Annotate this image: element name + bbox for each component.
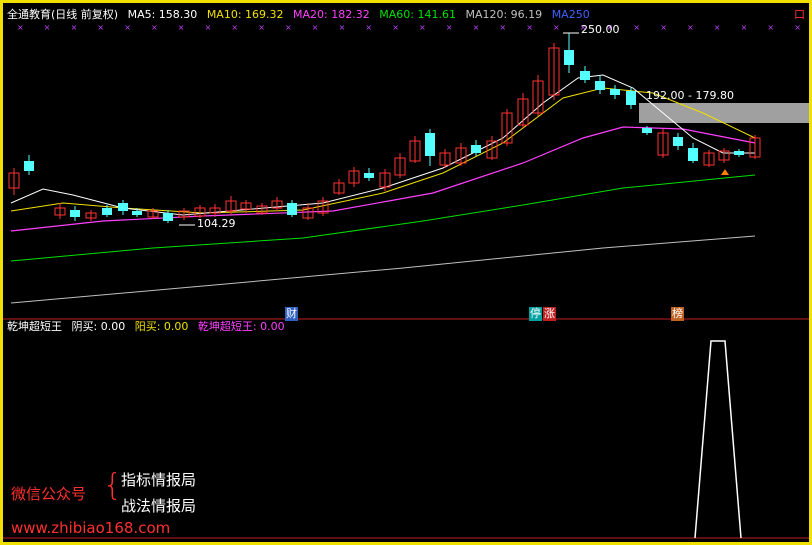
signal-arrow xyxy=(721,169,729,175)
indicator-header: 乾坤超短王 阴买: 0.00 阳买: 0.00 乾坤超短王: 0.00 xyxy=(7,320,285,334)
candle-body-down xyxy=(24,161,34,171)
candle-body-down xyxy=(163,213,173,221)
top-marker: × xyxy=(473,23,480,32)
top-marker: × xyxy=(44,23,51,32)
stock-title: 全通教育(日线 前复权) xyxy=(7,8,119,21)
finance-marker[interactable]: 财 xyxy=(285,307,298,321)
top-marker: × xyxy=(553,23,560,32)
corner-icon[interactable]: 口 xyxy=(794,8,805,22)
indicator-spike xyxy=(694,340,742,539)
indicator-name: 乾坤超短王 xyxy=(7,320,62,333)
ma120-value: MA120: 96.19 xyxy=(465,8,543,21)
top-marker: × xyxy=(741,23,748,32)
ma250-value: MA250 xyxy=(551,8,590,21)
stock-chart-window: × × × × × × × × × × × × × × × × × × × × × × × × × × × × × × 全通教育(日线 前… xyxy=(0,0,812,545)
price-band xyxy=(639,103,809,123)
top-marker: × xyxy=(446,23,453,32)
top-marker: × xyxy=(526,23,533,32)
candle-body-down xyxy=(102,208,112,215)
candle-body-down xyxy=(734,151,744,155)
suspend-marker[interactable]: 停 xyxy=(529,307,542,321)
candle-body-down xyxy=(287,203,297,215)
top-marker: × xyxy=(794,23,801,32)
candle-body-down xyxy=(580,71,590,80)
ma120-line xyxy=(10,235,756,304)
watermark-line2: 战法情报局 xyxy=(121,497,197,515)
top-marker: × xyxy=(312,23,319,32)
top-marker: × xyxy=(687,23,694,32)
range-price-label: 192.00 - 179.80 xyxy=(646,89,734,102)
top-marker: × xyxy=(97,23,104,32)
top-marker: × xyxy=(205,23,212,32)
watermark-brace: { xyxy=(103,468,123,503)
candle-body-down xyxy=(642,128,652,133)
candle-body-down xyxy=(688,148,698,161)
ma60-value: MA60: 141.61 xyxy=(379,8,456,21)
rank-marker[interactable]: 榜 xyxy=(671,307,684,321)
watermark-wechat: 微信公众号 xyxy=(11,485,87,503)
candle-body-down xyxy=(673,137,683,146)
top-marker: × xyxy=(660,23,667,32)
low-price-label: 104.29 xyxy=(197,217,236,230)
top-marker: × xyxy=(767,23,774,32)
chart-canvas[interactable]: × × × × × × × × × × × × × × × × × × × × × × × × × × × × × × xyxy=(3,3,809,542)
candle-body-down xyxy=(70,210,80,217)
watermark-url: www.zhibiao168.com xyxy=(11,519,171,537)
chart-header: 全通教育(日线 前复权) MA5: 158.30 MA10: 169.32 MA… xyxy=(7,8,590,22)
top-marker: × xyxy=(365,23,372,32)
candle-body-down xyxy=(595,81,605,90)
top-marker: × xyxy=(339,23,346,32)
top-marker: × xyxy=(419,23,426,32)
watermark-line1: 指标情报局 xyxy=(121,471,197,489)
ma20-line xyxy=(10,126,756,232)
top-marker: × xyxy=(17,23,24,32)
candle-body-down xyxy=(471,145,481,153)
top-marker: × xyxy=(392,23,399,32)
top-marker: × xyxy=(714,23,721,32)
yang-buy-value: 阳买: 0.00 xyxy=(134,320,189,333)
candle-body-down xyxy=(610,89,620,95)
top-marker: × xyxy=(633,23,640,32)
indicator-value: 乾坤超短王: 0.00 xyxy=(197,320,285,333)
candle-body-down xyxy=(364,173,374,178)
high-price-label: 250.00 xyxy=(581,23,620,36)
top-marker: × xyxy=(285,23,292,32)
candle-body-down xyxy=(564,50,574,65)
ma10-value: MA10: 169.32 xyxy=(206,8,284,21)
candle-body-down xyxy=(626,91,636,105)
top-marker: × xyxy=(151,23,158,32)
candle-body-down xyxy=(132,211,142,215)
candle-body-down xyxy=(118,203,128,211)
yin-buy-value: 阴买: 0.00 xyxy=(71,320,126,333)
top-marker: × xyxy=(499,23,506,32)
ma5-value: MA5: 158.30 xyxy=(127,8,198,21)
top-marker: × xyxy=(231,23,238,32)
top-marker: × xyxy=(71,23,78,32)
top-marker: × xyxy=(124,23,131,32)
ma20-value: MA20: 182.32 xyxy=(293,8,370,21)
limit-up-marker[interactable]: 涨 xyxy=(543,307,556,321)
top-marker: × xyxy=(178,23,185,32)
ma5-line xyxy=(10,74,755,216)
top-marker: × xyxy=(258,23,265,32)
candle-body-down xyxy=(425,133,435,156)
